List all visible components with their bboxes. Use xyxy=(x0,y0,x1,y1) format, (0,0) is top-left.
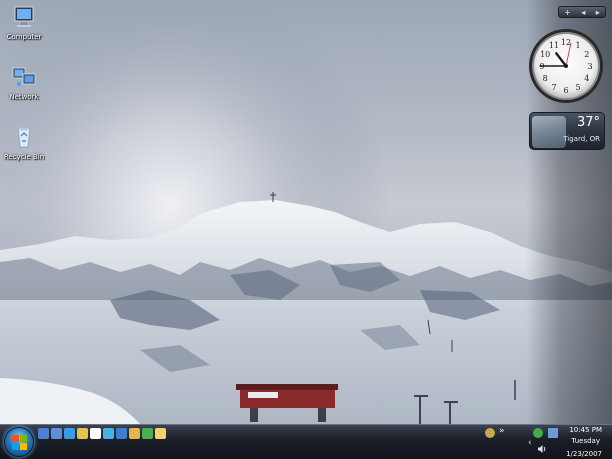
weather-gadget[interactable]: 37° Tigard, OR xyxy=(529,112,605,150)
recycle-bin-icon xyxy=(17,127,31,148)
network-icon xyxy=(12,67,36,86)
clock-gadget[interactable]: 121234567891011 xyxy=(528,28,604,104)
show-hidden-icons-button[interactable]: ‹ xyxy=(528,438,532,448)
tray-clock-day: Tuesday xyxy=(571,437,600,445)
quick-launch-toolbar xyxy=(38,428,166,439)
previous-gadgets-button[interactable]: ◂ xyxy=(581,8,585,17)
clock-numeral: 7 xyxy=(551,83,556,92)
desktop-icon-label: Recycle Bin xyxy=(3,153,45,161)
clock-numeral: 11 xyxy=(549,41,559,50)
system-tray: » ‹ 10:45 PM Tuesday 1/23/2007 xyxy=(485,425,612,459)
next-gadgets-button[interactable]: ▸ xyxy=(596,8,600,17)
volume-icon[interactable] xyxy=(537,439,547,453)
app-icon[interactable] xyxy=(129,428,140,439)
chrome-icon[interactable] xyxy=(142,428,153,439)
start-button[interactable] xyxy=(4,427,34,457)
desktop-icon-label: Network xyxy=(9,93,39,101)
desktop-icon-network[interactable]: Network xyxy=(0,64,48,101)
sidebar-controls: + ◂ ▸ xyxy=(558,6,606,18)
clock-numeral: 1 xyxy=(575,41,580,50)
clock-numeral: 12 xyxy=(561,38,571,47)
add-gadget-button[interactable]: + xyxy=(564,8,571,17)
network-tray-icon[interactable] xyxy=(548,428,558,438)
taskbar: » ‹ 10:45 PM Tuesday 1/23/2007 xyxy=(0,424,612,459)
clock-numeral: 5 xyxy=(575,83,580,92)
windows-logo-icon xyxy=(12,435,27,450)
note-icon[interactable] xyxy=(155,428,166,439)
computer-icon xyxy=(14,6,34,27)
clock-numeral: 2 xyxy=(584,50,589,59)
wallpaper-image xyxy=(0,0,612,424)
clock-numeral: 10 xyxy=(540,50,550,59)
desktop-icon-recycle-bin[interactable]: Recycle Bin xyxy=(0,124,48,161)
clock-numeral: 4 xyxy=(584,74,589,83)
messenger-tray-icon[interactable] xyxy=(533,428,543,438)
outlook-icon[interactable] xyxy=(90,428,101,439)
tray-clock-time[interactable]: 10:45 PM xyxy=(569,426,602,434)
weather-location: Tigard, OR xyxy=(563,135,600,143)
weather-condition-icon xyxy=(532,116,566,148)
desktop: Computer Network Recycle Bin + ◂ ▸ 12 1 … xyxy=(0,0,612,459)
internet-explorer-icon[interactable] xyxy=(64,428,75,439)
desktop-icon-computer[interactable]: Computer xyxy=(0,4,48,41)
tray-clock-date: 1/23/2007 xyxy=(566,450,602,458)
show-desktop-icon[interactable] xyxy=(38,428,49,439)
folder-icon[interactable] xyxy=(77,428,88,439)
media-player-icon[interactable] xyxy=(116,428,127,439)
tray-app-icon[interactable] xyxy=(485,428,495,438)
messenger-icon[interactable] xyxy=(103,428,114,439)
weather-temperature: 37° xyxy=(576,115,600,130)
clock-numeral: 3 xyxy=(587,62,592,71)
clock-numeral: 6 xyxy=(563,86,568,95)
toolbar-overflow-button[interactable]: » xyxy=(499,426,505,436)
switch-windows-icon[interactable] xyxy=(51,428,62,439)
desktop-icon-label: Computer xyxy=(6,33,42,41)
clock-numeral: 8 xyxy=(543,74,548,83)
